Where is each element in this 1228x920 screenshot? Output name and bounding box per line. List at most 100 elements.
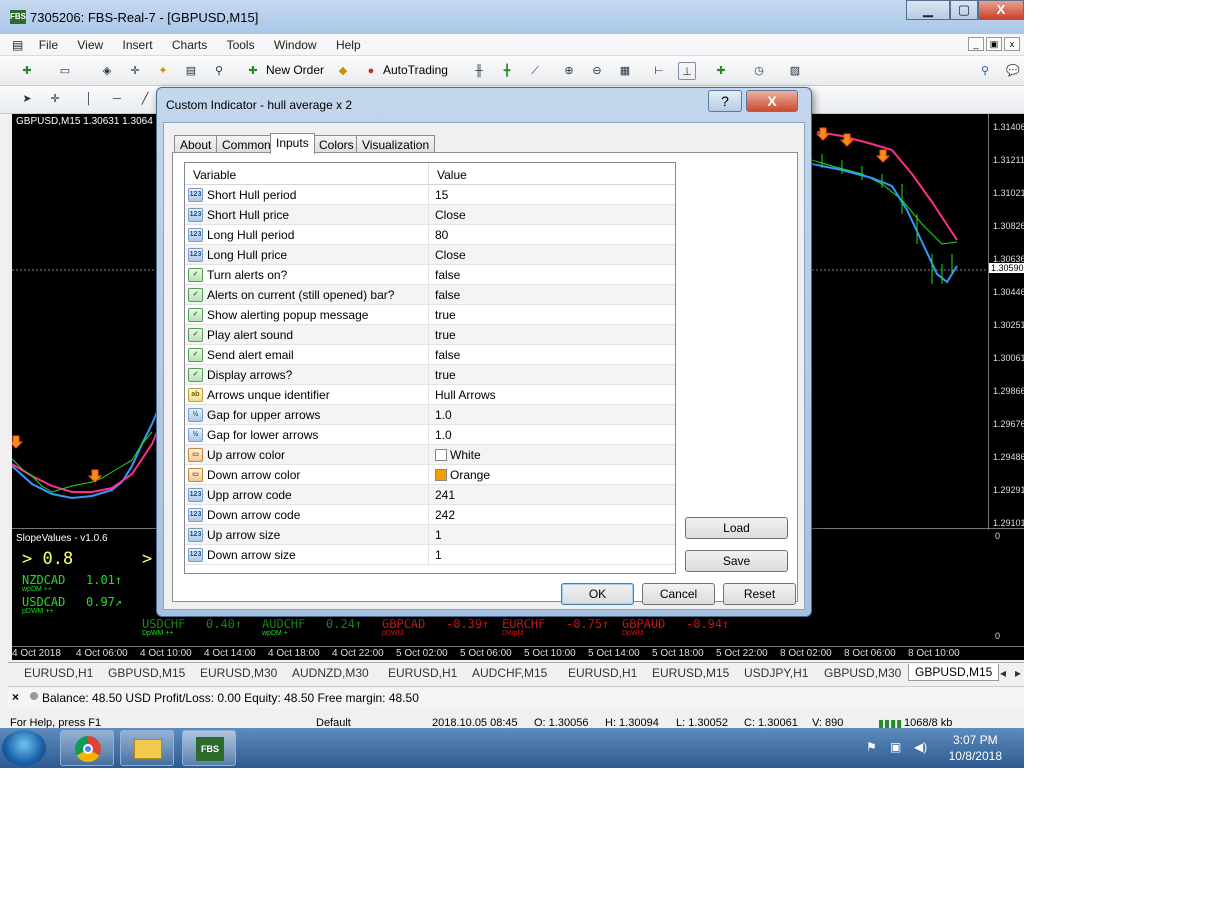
save-button[interactable]: Save [685, 550, 788, 572]
input-value[interactable]: 241 [435, 488, 455, 502]
input-value[interactable]: Hull Arrows [435, 388, 496, 402]
action-center-flag-icon[interactable]: ⚑ [866, 740, 877, 754]
input-value[interactable]: Orange [435, 468, 490, 482]
market-watch-icon[interactable]: ◈ [98, 62, 116, 80]
maximize-button[interactable]: ▢ [950, 0, 978, 20]
chart-tab[interactable]: EURUSD,H1 [22, 666, 95, 680]
input-value[interactable]: true [435, 328, 456, 342]
input-value[interactable]: false [435, 268, 460, 282]
input-value[interactable]: Close [435, 248, 466, 262]
favorites-icon[interactable]: ✦ [154, 62, 172, 80]
input-row[interactable]: ✓ Alerts on current (still opened) bar? fa… [185, 285, 675, 305]
input-row[interactable]: ▭ Up arrow color White [185, 445, 675, 465]
tab-common[interactable]: Common [216, 135, 277, 153]
cursor-icon[interactable]: ➤ [18, 90, 36, 108]
input-value[interactable]: 1 [435, 548, 442, 562]
autotrading-button[interactable]: AutoTrading [383, 63, 448, 77]
input-row[interactable]: ½ Gap for lower arrows 1.0 [185, 425, 675, 445]
tab-colors[interactable]: Colors [313, 135, 360, 153]
zoom-in-icon[interactable]: ⊕ [560, 62, 578, 80]
start-button-icon[interactable] [2, 730, 46, 766]
navigator-icon[interactable]: ✛ [126, 62, 144, 80]
close-terminal-icon[interactable]: × [12, 690, 19, 704]
input-row[interactable]: ✓ Send alert email false [185, 345, 675, 365]
tester-icon[interactable]: ⚲ [210, 62, 228, 80]
dialog-help-button[interactable]: ? [708, 90, 742, 112]
chart-tab[interactable]: USDJPY,H1 [742, 666, 810, 680]
tab-inputs[interactable]: Inputs [270, 133, 315, 154]
input-value[interactable]: 80 [435, 228, 448, 242]
menu-tools[interactable]: Tools [219, 34, 263, 56]
tab-scroll-left-icon[interactable]: ◂ [998, 666, 1008, 680]
menu-insert[interactable]: Insert [115, 34, 161, 56]
input-row[interactable]: ✓ Show alerting popup message true [185, 305, 675, 325]
tab-visualization[interactable]: Visualization [356, 135, 436, 153]
periods-icon[interactable]: ◷ [750, 62, 768, 80]
terminal-icon[interactable]: ▤ [182, 62, 200, 80]
taskbar-clock[interactable]: 3:07 PM 10/8/2018 [949, 732, 1002, 764]
crosshair-icon[interactable]: ✛ [46, 90, 64, 108]
mdi-restore-icon[interactable]: ▣ [986, 37, 1002, 51]
input-value[interactable]: true [435, 308, 456, 322]
trendline-icon[interactable]: ╱ [136, 90, 154, 108]
tile-windows-icon[interactable]: ▦ [616, 62, 634, 80]
input-row[interactable]: ✓ Play alert sound true [185, 325, 675, 345]
menu-charts[interactable]: Charts [164, 34, 215, 56]
new-order-button[interactable]: New Order [266, 63, 324, 77]
indicators-icon[interactable]: ✚ [712, 62, 730, 80]
templates-icon[interactable]: ▨ [786, 62, 804, 80]
autoscroll-icon[interactable]: ⊥ [678, 62, 696, 80]
mdi-close-icon[interactable]: x [1004, 37, 1020, 51]
input-row[interactable]: 123 Upp arrow code 241 [185, 485, 675, 505]
input-row[interactable]: ✓ Display arrows? true [185, 365, 675, 385]
cancel-button[interactable]: Cancel [642, 583, 715, 605]
menu-help[interactable]: Help [328, 34, 369, 56]
horizontal-line-icon[interactable]: ─ [108, 90, 126, 108]
ok-button[interactable]: OK [561, 583, 634, 605]
bar-chart-icon[interactable]: ╫ [470, 62, 488, 80]
zoom-out-icon[interactable]: ⊖ [588, 62, 606, 80]
chart-tab[interactable]: GBPUSD,M15 [106, 666, 187, 680]
chart-tab[interactable]: GBPUSD,M30 [822, 666, 903, 680]
chart-tab[interactable]: AUDCHF,M15 [470, 666, 549, 680]
dialog-close-button[interactable]: X [746, 90, 798, 112]
network-icon[interactable]: ▣ [890, 740, 901, 754]
mdi-minimize-icon[interactable]: _ [968, 37, 984, 51]
chat-icon[interactable]: 💬 [1004, 62, 1022, 80]
menu-window[interactable]: Window [266, 34, 325, 56]
search-icon[interactable]: ⚲ [976, 62, 994, 80]
input-value[interactable]: false [435, 288, 460, 302]
input-row[interactable]: 123 Up arrow size 1 [185, 525, 675, 545]
menu-file[interactable]: File [31, 34, 66, 56]
reset-button[interactable]: Reset [723, 583, 796, 605]
candle-chart-icon[interactable]: ╋ [498, 62, 516, 80]
input-value[interactable]: White [435, 448, 481, 462]
input-value[interactable]: Close [435, 208, 466, 222]
chart-tab[interactable]: EURUSD,M30 [198, 666, 279, 680]
input-row[interactable]: ✓ Turn alerts on? false [185, 265, 675, 285]
input-row[interactable]: 123 Long Hull price Close [185, 245, 675, 265]
close-window-button[interactable]: X [978, 0, 1024, 20]
input-row[interactable]: 123 Down arrow size 1 [185, 545, 675, 565]
input-row[interactable]: 123 Short Hull period 15 [185, 185, 675, 205]
input-row[interactable]: 123 Long Hull period 80 [185, 225, 675, 245]
profiles-icon[interactable]: ▭ [56, 62, 74, 80]
tab-about[interactable]: About [174, 135, 218, 153]
input-value[interactable]: 1 [435, 528, 442, 542]
input-value[interactable]: 242 [435, 508, 455, 522]
volume-icon[interactable]: ◀) [914, 740, 927, 754]
line-chart-icon[interactable]: ⟋ [526, 62, 544, 80]
input-value[interactable]: 15 [435, 188, 448, 202]
fbs-taskbar-icon[interactable]: FBS [182, 730, 236, 766]
chrome-taskbar-icon[interactable] [60, 730, 114, 766]
new-order-icon[interactable]: ✚ [244, 62, 262, 80]
column-header-variable[interactable]: Variable [193, 168, 236, 182]
chart-tab[interactable]: EURUSD,H1 [566, 666, 639, 680]
new-chart-icon[interactable]: ✚ [18, 62, 36, 80]
input-value[interactable]: 1.0 [435, 428, 452, 442]
minimize-button[interactable]: ▁ [906, 0, 950, 20]
input-value[interactable]: true [435, 368, 456, 382]
tab-scroll-right-icon[interactable]: ▸ [1013, 666, 1023, 680]
explorer-taskbar-icon[interactable] [120, 730, 174, 766]
metaeditor-icon[interactable]: ◆ [334, 62, 352, 80]
